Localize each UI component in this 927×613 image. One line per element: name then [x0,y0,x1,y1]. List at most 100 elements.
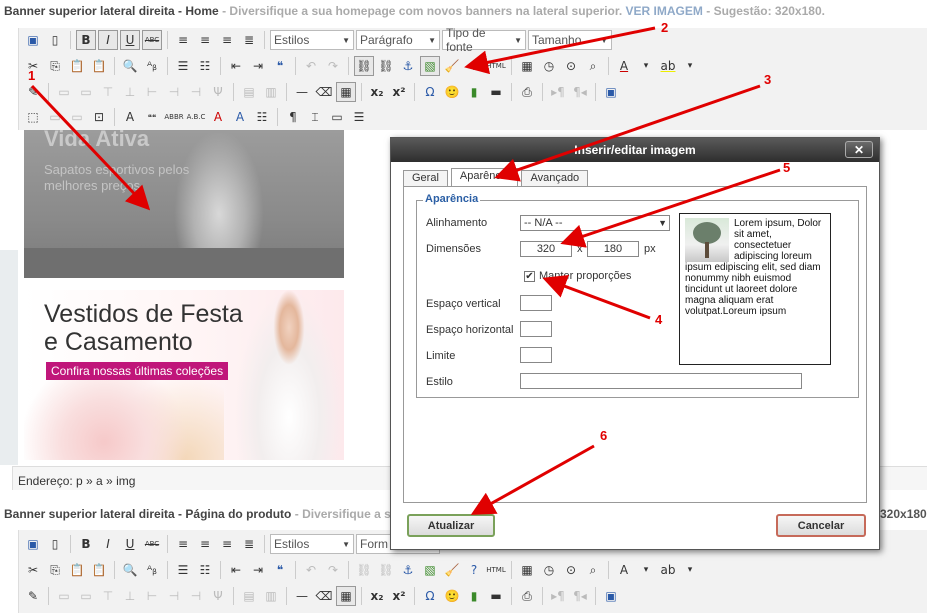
split-cells-icon[interactable]: ▤ [239,586,259,606]
align-justify-icon[interactable]: ≣ [239,534,259,554]
underline-icon[interactable]: U [120,30,140,50]
insert-time-icon[interactable]: ◷ [539,56,559,76]
page-break-icon[interactable]: ☰ [349,107,369,127]
keep-ratio-checkbox[interactable]: ✔ [524,271,535,282]
strikethrough-icon[interactable]: ABC [142,534,162,554]
chevron-down-icon[interactable]: ▾ [636,560,656,580]
superscript-icon[interactable]: x² [389,586,409,606]
numbered-list-icon[interactable]: ☷ [195,560,215,580]
outdent-icon[interactable]: ⇤ [226,56,246,76]
paste-icon[interactable]: 📋 [67,56,87,76]
show-blocks-icon[interactable]: ¶ [283,107,303,127]
numbered-list-icon[interactable]: ☷ [195,56,215,76]
emoticon-icon[interactable]: 🙂 [442,82,462,102]
undo-icon[interactable]: ↶ [301,56,321,76]
save-icon[interactable]: ▣ [23,534,43,554]
unlink-icon[interactable]: ⛓ [376,560,396,580]
height-input[interactable]: 180 [587,241,639,257]
replace-icon[interactable]: ᴬᵦ [142,560,162,580]
vspace-input[interactable] [520,295,552,311]
preview-icon[interactable]: ⊙ [561,56,581,76]
insert-date-icon[interactable]: ▦ [517,56,537,76]
new-document-icon[interactable]: ▯ [45,30,65,50]
delete-text-icon[interactable]: A [208,107,228,127]
copy-icon[interactable]: ⎘ [45,56,65,76]
link-icon[interactable]: ⛓ [354,56,374,76]
undo-icon[interactable]: ↶ [301,560,321,580]
indent-icon[interactable]: ⇥ [248,56,268,76]
delete-row-icon[interactable]: ⊢ [142,82,162,102]
cite-icon[interactable]: ❝❝ [142,107,162,127]
insert-row-after-icon[interactable]: ⊥ [120,586,140,606]
remove-format-icon[interactable]: ⌫ [314,586,334,606]
font-family-select[interactable]: Tipo de fonte ▼ [442,26,526,54]
indent-icon[interactable]: ⇥ [248,560,268,580]
style-input[interactable] [520,373,802,389]
strikethrough-icon[interactable]: ABC [142,30,162,50]
view-image-link[interactable]: VER IMAGEM [626,4,703,18]
move-backward-icon[interactable]: ▭ [67,107,87,127]
chevron-down-icon[interactable]: ▾ [680,56,700,76]
banner-image-vestidos[interactable]: Vestidos de Festa e Casamento Confira no… [24,290,344,460]
insert-layer-icon[interactable]: ⬚ [23,107,43,127]
copy-icon[interactable]: ⎘ [45,560,65,580]
abbr-icon[interactable]: ABBR [164,107,184,127]
insert-col-after-icon[interactable]: ⊣ [186,586,206,606]
merge-cells-icon[interactable]: ▥ [261,82,281,102]
table-row-props-icon[interactable]: ▭ [54,82,74,102]
dialog-titlebar[interactable]: Inserir/editar imagem ✕ [391,138,879,162]
align-left-icon[interactable]: ≡ [173,534,193,554]
paste-word-icon[interactable]: 📋 [89,56,109,76]
find-icon[interactable]: 🔍 [120,56,140,76]
bold-icon[interactable]: B [76,30,96,50]
save-icon[interactable]: ▣ [23,30,43,50]
chevron-down-icon[interactable]: ▾ [636,56,656,76]
bullet-list-icon[interactable]: ☰ [173,560,193,580]
insert-time-icon[interactable]: ◷ [539,560,559,580]
rtl-icon[interactable]: ¶◂ [570,82,590,102]
help-icon[interactable]: ? [464,56,484,76]
text-color-icon[interactable]: A [614,560,634,580]
table-row-props-icon[interactable]: ▭ [54,586,74,606]
zoom-icon[interactable]: ⌕ [583,560,603,580]
print-icon[interactable]: ⎙ [517,82,537,102]
insert-row-after-icon[interactable]: ⊥ [120,82,140,102]
redo-icon[interactable]: ↷ [323,560,343,580]
insert-row-before-icon[interactable]: ⊤ [98,82,118,102]
superscript-icon[interactable]: x² [389,82,409,102]
insert-col-before-icon[interactable]: ⊣ [164,82,184,102]
horizontal-rule-icon[interactable]: — [292,586,312,606]
anchor-icon[interactable]: ⚓ [398,560,418,580]
cut-icon[interactable]: ✂ [23,560,43,580]
redo-icon[interactable]: ↷ [323,56,343,76]
template-icon[interactable]: ▭ [327,107,347,127]
styles-select[interactable]: Estilos ▼ [270,534,354,554]
subscript-icon[interactable]: x₂ [367,586,387,606]
hspace-input[interactable] [520,321,552,337]
delete-col-icon[interactable]: Ψ [208,586,228,606]
align-right-icon[interactable]: ≡ [217,534,237,554]
paste-icon[interactable]: 📋 [67,560,87,580]
align-justify-icon[interactable]: ≣ [239,30,259,50]
insert-image-icon[interactable]: ▧ [420,560,440,580]
ltr-icon[interactable]: ▸¶ [548,82,568,102]
text-color-icon[interactable]: A [614,56,634,76]
delete-col-icon[interactable]: Ψ [208,82,228,102]
font-size-select[interactable]: Tamanho ▼ [528,30,612,50]
insert-col-before-icon[interactable]: ⊣ [164,586,184,606]
cleanup-icon[interactable]: 🧹 [442,560,462,580]
blockquote-icon[interactable]: ❝ [270,560,290,580]
new-document-icon[interactable]: ▯ [45,534,65,554]
merge-cells-icon[interactable]: ▥ [261,586,281,606]
visual-aid-icon[interactable]: ▦ [336,82,356,102]
align-right-icon[interactable]: ≡ [217,30,237,50]
delete-row-icon[interactable]: ⊢ [142,586,162,606]
cancel-button[interactable]: Cancelar [776,514,866,537]
format-select[interactable]: Parágrafo ▼ [356,30,440,50]
width-input[interactable]: 320 [520,241,572,257]
edit-icon[interactable]: ✎ [23,586,43,606]
edit-icon[interactable]: ✎ [23,82,43,102]
move-forward-icon[interactable]: ▭ [45,107,65,127]
rtl-icon[interactable]: ¶◂ [570,586,590,606]
close-icon[interactable]: ✕ [845,141,873,158]
